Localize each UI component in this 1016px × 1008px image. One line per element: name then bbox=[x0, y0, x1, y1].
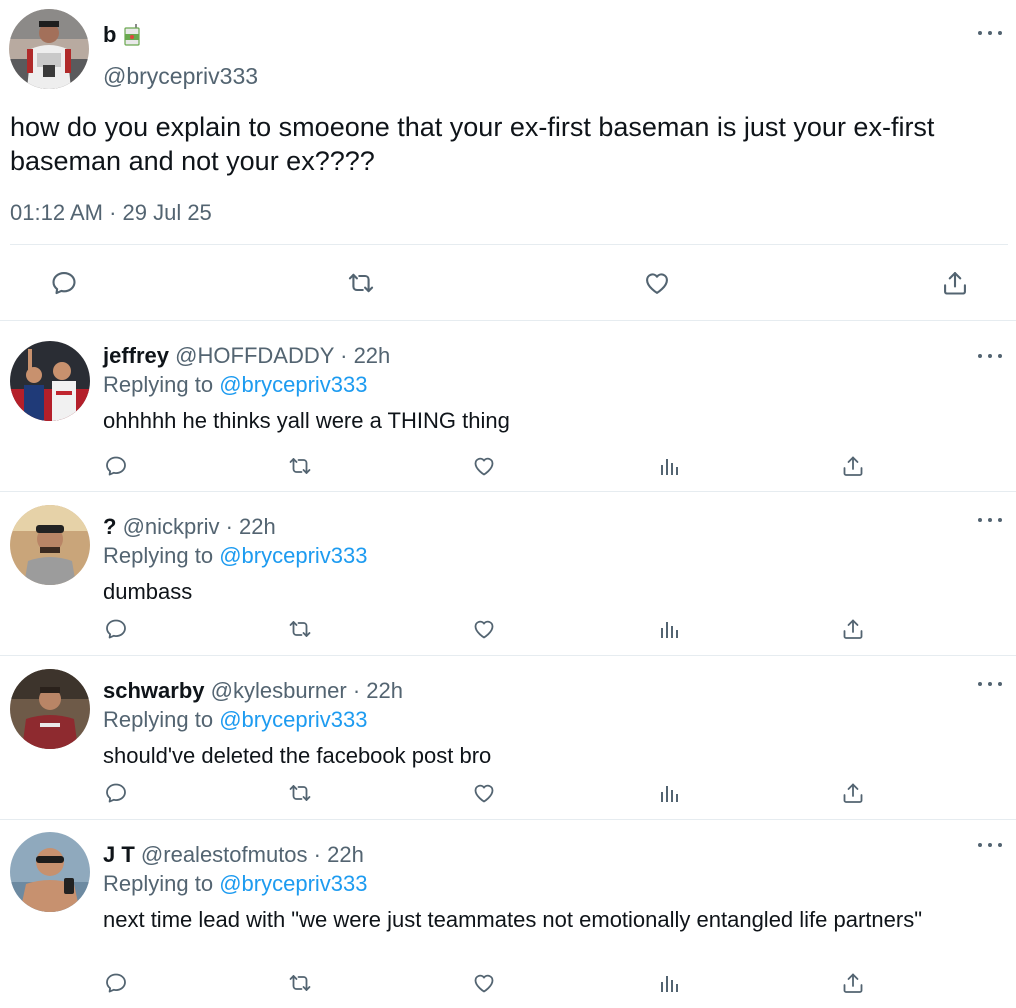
reply-tweet: schwarby @kylesburner · 22h Replying to … bbox=[0, 656, 1016, 820]
replying-to-handle[interactable]: @brycepriv333 bbox=[219, 707, 367, 732]
divider bbox=[10, 244, 1008, 245]
reply-icon[interactable] bbox=[103, 970, 129, 996]
reply-time[interactable]: · 22h bbox=[226, 514, 276, 539]
display-name[interactable]: ? bbox=[103, 514, 116, 539]
retweet-icon[interactable] bbox=[287, 780, 313, 806]
display-name[interactable]: b bbox=[103, 22, 116, 48]
share-icon[interactable] bbox=[940, 268, 970, 298]
replying-to-label: Replying to bbox=[103, 707, 214, 732]
reply-icon[interactable] bbox=[103, 616, 129, 642]
replying-to: Replying to @brycepriv333 bbox=[103, 871, 368, 897]
avatar[interactable] bbox=[10, 341, 90, 421]
views-icon[interactable] bbox=[656, 780, 682, 806]
retweet-icon[interactable] bbox=[287, 970, 313, 996]
more-options-icon[interactable] bbox=[978, 840, 1002, 850]
tweet-text: how do you explain to smoeone that your … bbox=[10, 112, 935, 176]
reply-icon[interactable] bbox=[103, 780, 129, 806]
reply-header: ? @nickpriv · 22h bbox=[103, 514, 276, 540]
handle[interactable]: @realestofmutos bbox=[141, 842, 308, 867]
like-icon[interactable] bbox=[471, 616, 497, 642]
reply-text: should've deleted the facebook post bro bbox=[103, 743, 492, 768]
views-icon[interactable] bbox=[656, 616, 682, 642]
retweet-icon[interactable] bbox=[287, 616, 313, 642]
retweet-icon[interactable] bbox=[287, 453, 313, 479]
replying-to: Replying to @brycepriv333 bbox=[103, 372, 368, 398]
reply-text: dumbass bbox=[103, 579, 193, 604]
avatar[interactable] bbox=[10, 669, 90, 749]
reply-tweet: J T @realestofmutos · 22h Replying to @b… bbox=[0, 820, 1016, 1008]
display-name[interactable]: J T bbox=[103, 842, 135, 867]
avatar[interactable] bbox=[9, 9, 89, 89]
reply-tweet: ? @nickpriv · 22h Replying to @brycepriv… bbox=[0, 492, 1016, 656]
reply-text: ohhhhh he thinks yall were a THING thing bbox=[103, 408, 510, 433]
more-options-icon[interactable] bbox=[978, 515, 1002, 525]
handle[interactable]: @nickpriv bbox=[123, 514, 220, 539]
avatar[interactable] bbox=[10, 505, 90, 585]
retweet-icon[interactable] bbox=[346, 268, 376, 298]
display-name[interactable]: jeffrey bbox=[103, 343, 169, 368]
like-icon[interactable] bbox=[642, 268, 672, 298]
more-options-icon[interactable] bbox=[978, 28, 1002, 38]
replying-to-label: Replying to bbox=[103, 871, 214, 896]
reply-time[interactable]: · 22h bbox=[340, 343, 390, 368]
reply-icon[interactable] bbox=[103, 453, 129, 479]
handle[interactable]: @HOFFDADDY bbox=[175, 343, 334, 368]
reply-text: next time lead with "we were just teamma… bbox=[103, 907, 923, 932]
like-icon[interactable] bbox=[471, 970, 497, 996]
replying-to: Replying to @brycepriv333 bbox=[103, 707, 368, 733]
replying-to-label: Replying to bbox=[103, 543, 214, 568]
replying-to-label: Replying to bbox=[103, 372, 214, 397]
views-icon[interactable] bbox=[656, 970, 682, 996]
reply-header: J T @realestofmutos · 22h bbox=[103, 842, 364, 868]
replying-to-handle[interactable]: @brycepriv333 bbox=[219, 543, 367, 568]
handle[interactable]: @kylesburner bbox=[211, 678, 347, 703]
share-icon[interactable] bbox=[840, 453, 866, 479]
reply-header: jeffrey @HOFFDADDY · 22h bbox=[103, 343, 390, 369]
display-name[interactable]: schwarby bbox=[103, 678, 205, 703]
more-options-icon[interactable] bbox=[978, 679, 1002, 689]
handle[interactable]: @brycepriv333 bbox=[103, 63, 258, 90]
reply-time[interactable]: · 22h bbox=[353, 678, 403, 703]
reply-header: schwarby @kylesburner · 22h bbox=[103, 678, 403, 704]
share-icon[interactable] bbox=[840, 780, 866, 806]
timestamp[interactable]: 01:12 AM · 29 Jul 25 bbox=[10, 200, 212, 226]
like-icon[interactable] bbox=[471, 453, 497, 479]
replying-to-handle[interactable]: @brycepriv333 bbox=[219, 871, 367, 896]
replying-to-handle[interactable]: @brycepriv333 bbox=[219, 372, 367, 397]
like-icon[interactable] bbox=[471, 780, 497, 806]
replying-to: Replying to @brycepriv333 bbox=[103, 543, 368, 569]
avatar[interactable] bbox=[10, 832, 90, 912]
reply-icon[interactable] bbox=[49, 268, 79, 298]
main-tweet: b @brycepriv333 how do you explain to sm… bbox=[0, 0, 1016, 321]
juice-box-icon bbox=[124, 24, 141, 46]
reply-time[interactable]: · 22h bbox=[314, 842, 364, 867]
views-icon[interactable] bbox=[656, 453, 682, 479]
more-options-icon[interactable] bbox=[978, 351, 1002, 361]
share-icon[interactable] bbox=[840, 616, 866, 642]
share-icon[interactable] bbox=[840, 970, 866, 996]
reply-tweet: jeffrey @HOFFDADDY · 22h Replying to @br… bbox=[0, 321, 1016, 492]
